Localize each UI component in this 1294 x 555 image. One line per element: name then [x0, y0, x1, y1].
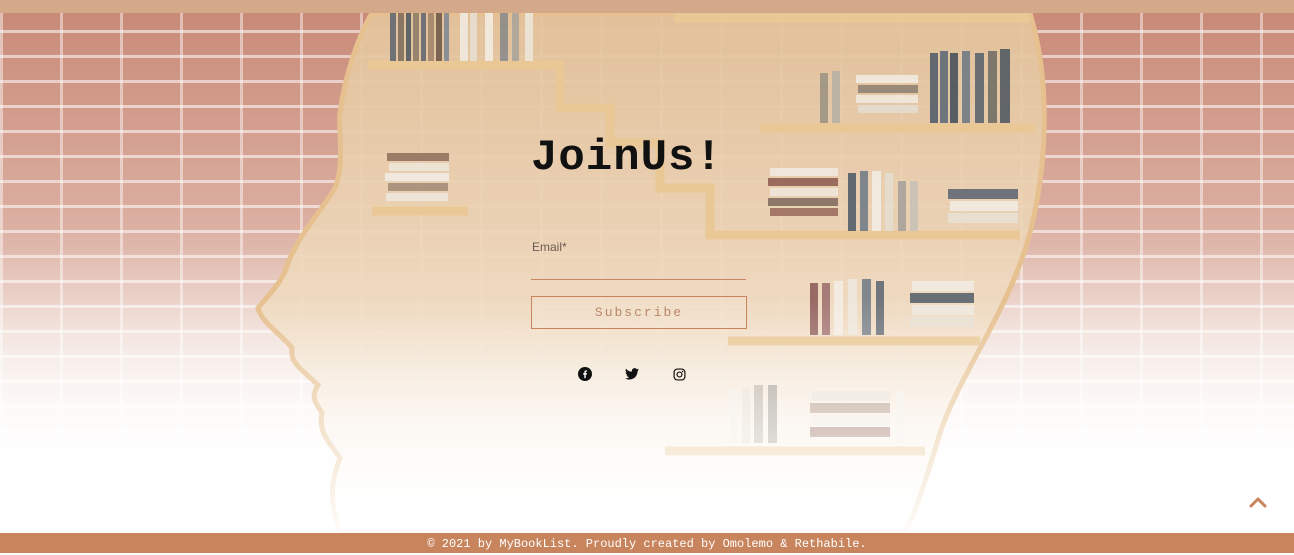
- email-label: Email*: [532, 240, 567, 254]
- instagram-icon[interactable]: [671, 366, 687, 382]
- footer-copyright: © 2021 by MyBookList. Proudly created by…: [427, 537, 867, 551]
- email-field[interactable]: [531, 259, 746, 280]
- footer: © 2021 by MyBookList. Proudly created by…: [0, 533, 1294, 553]
- back-to-top-chevron-up-icon[interactable]: [1248, 493, 1268, 511]
- page-title: JoinUs!: [531, 133, 723, 183]
- hero-background: JoinUs! Email* Subscribe: [0, 13, 1294, 533]
- top-bar: [0, 0, 1294, 13]
- facebook-icon[interactable]: [577, 366, 593, 382]
- twitter-icon[interactable]: [624, 366, 640, 382]
- subscribe-button[interactable]: Subscribe: [531, 296, 747, 329]
